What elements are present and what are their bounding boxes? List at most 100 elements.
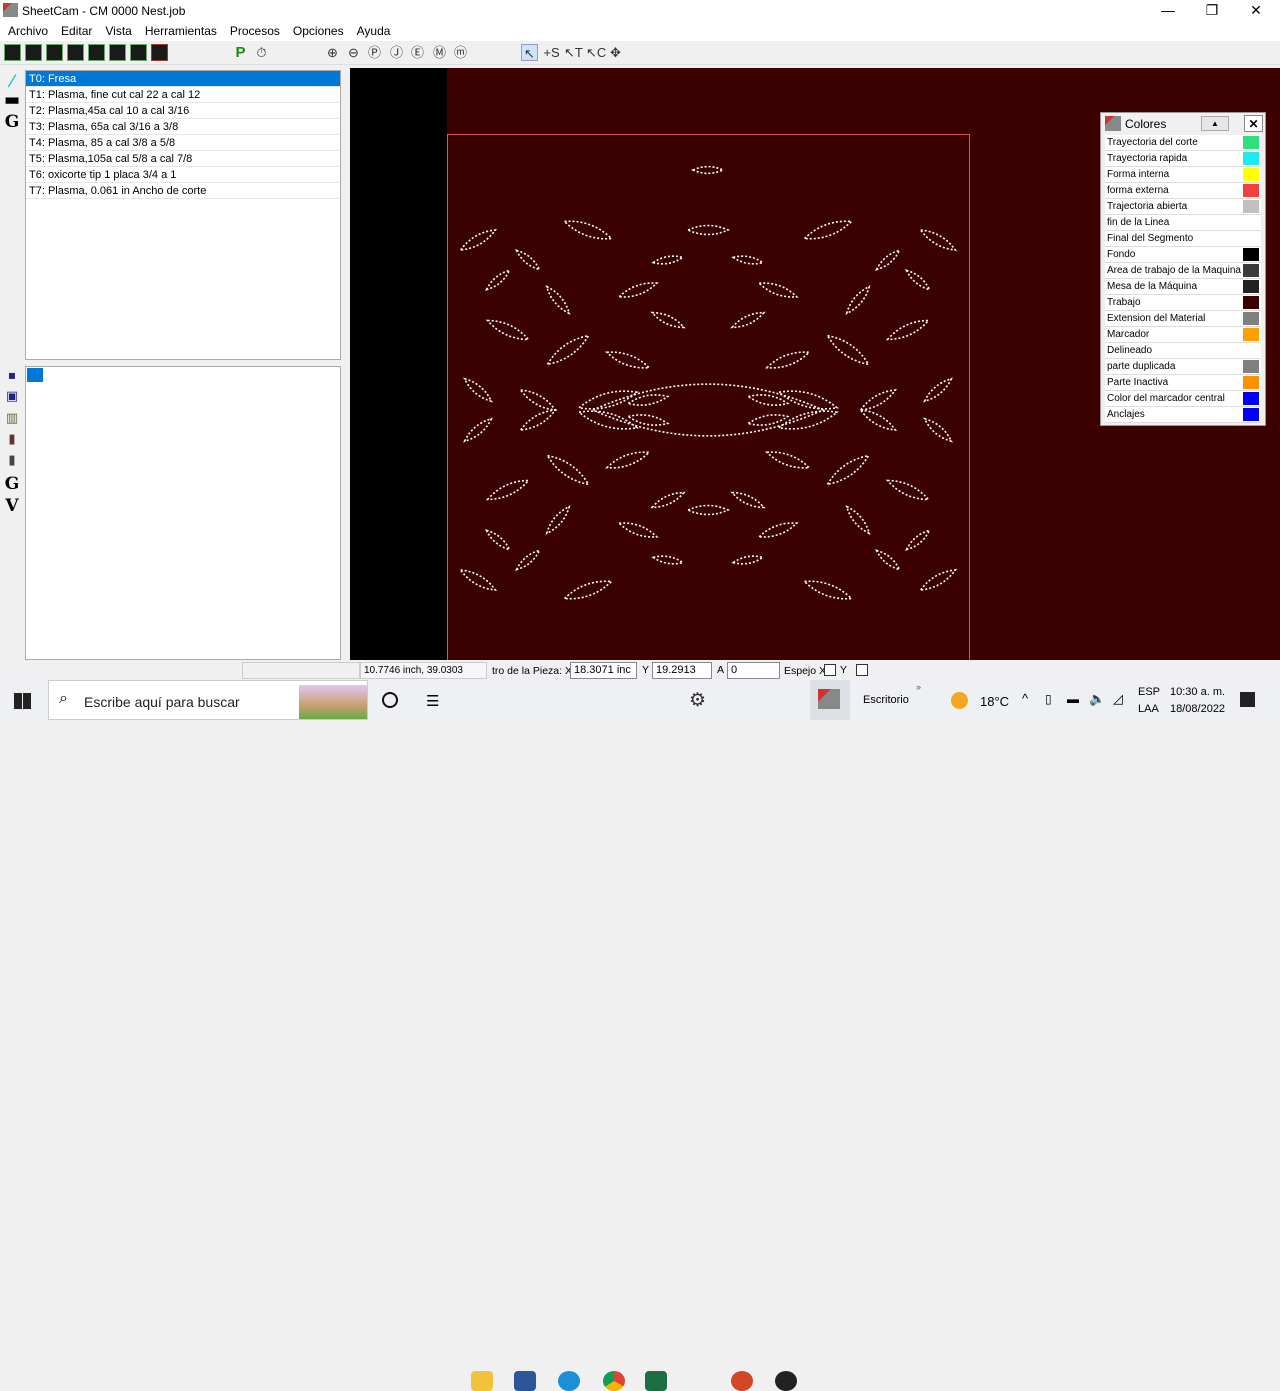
sheetcam-task-button[interactable]	[810, 680, 850, 720]
color-row[interactable]: Trajectoria abierta	[1105, 199, 1261, 215]
color-row[interactable]: Trabajo	[1105, 295, 1261, 311]
cut-path[interactable]	[514, 548, 541, 572]
menu-editar[interactable]: Editar	[61, 24, 92, 38]
color-row[interactable]: Anclajes	[1105, 407, 1261, 423]
angle-field[interactable]: 0 degrees	[727, 662, 780, 691]
weather-icon[interactable]	[951, 692, 968, 709]
color-swatch[interactable]	[1243, 168, 1259, 181]
excel-icon[interactable]	[645, 1371, 667, 1391]
color-swatch[interactable]	[1243, 312, 1259, 325]
color-row[interactable]: parte duplicada	[1105, 359, 1261, 375]
contour-icon[interactable]: ▣	[2, 389, 22, 404]
color-row[interactable]: Extension del Material	[1105, 311, 1261, 327]
menu-procesos[interactable]: Procesos	[230, 24, 280, 38]
cut-path[interactable]	[922, 416, 954, 445]
select-center-icon[interactable]: ↖C	[586, 44, 606, 61]
cut-path[interactable]	[824, 451, 871, 489]
meet-icon[interactable]: ▯	[1045, 692, 1052, 706]
cut-path[interactable]	[484, 268, 511, 292]
select-text-icon[interactable]: ↖T	[564, 44, 583, 61]
cut-path[interactable]	[514, 248, 541, 272]
cut-path[interactable]	[874, 248, 901, 272]
cut-path[interactable]	[458, 566, 498, 594]
vcarve-icon[interactable]: V	[2, 496, 22, 516]
battery-icon[interactable]: ▬	[1067, 692, 1079, 706]
tool-item[interactable]: T2: Plasma,45a cal 10 a cal 3/16	[26, 103, 340, 119]
path-icon[interactable]	[25, 44, 42, 61]
cut-path[interactable]	[904, 268, 931, 292]
collapse-button[interactable]: ▲	[1201, 116, 1229, 131]
cut-path[interactable]	[577, 386, 639, 415]
chrome-icon[interactable]	[603, 1371, 625, 1391]
drill-op-icon[interactable]: ▥	[2, 411, 22, 426]
cut-path[interactable]	[858, 406, 898, 434]
cut-path[interactable]	[874, 548, 901, 572]
windows-start-icon[interactable]	[14, 693, 31, 709]
start-icon[interactable]	[151, 44, 168, 61]
operation-list[interactable]	[25, 366, 341, 660]
color-swatch[interactable]	[1243, 328, 1259, 341]
color-row[interactable]: Forma interna	[1105, 167, 1261, 183]
cut-path[interactable]	[885, 316, 931, 344]
cut-path[interactable]	[686, 224, 730, 236]
color-row[interactable]: Parte Inactiva	[1105, 375, 1261, 391]
tool-list[interactable]: T0: Fresa T1: Plasma, fine cut cal 22 a c…	[25, 70, 341, 360]
color-row[interactable]: fin de la Linea	[1105, 215, 1261, 231]
color-swatch[interactable]	[1243, 136, 1259, 149]
cut-path[interactable]	[650, 309, 686, 331]
menu-vista[interactable]: Vista	[105, 24, 131, 38]
desktop-toolbar[interactable]: Escritorio	[863, 694, 909, 706]
tool-item[interactable]: T6: oxicorte tip 1 placa 3/4 a 1	[26, 167, 340, 183]
gcode-icon[interactable]: G	[2, 112, 22, 132]
zoom-job-icon[interactable]: Ⓙ	[388, 44, 405, 61]
center-x-field[interactable]: 18.3071 inc	[570, 662, 637, 679]
cut-path[interactable]	[844, 504, 873, 536]
temperature[interactable]: 18°C	[980, 694, 1009, 709]
close-button[interactable]: ✕	[1234, 0, 1278, 21]
color-swatch[interactable]	[1243, 296, 1259, 309]
zoom-in-icon[interactable]: ⊕	[324, 44, 341, 61]
plasma-icon[interactable]: ▬	[2, 90, 22, 110]
taskbar-search[interactable]: ⌕ Escribe aquí para buscar	[48, 680, 368, 720]
word-icon[interactable]	[514, 1371, 536, 1391]
cut-path[interactable]	[605, 448, 651, 473]
cut-path[interactable]	[802, 576, 854, 604]
colors-close-button[interactable]: ✕	[1244, 115, 1263, 132]
cortana-icon[interactable]	[382, 692, 398, 708]
pen-icon[interactable]: ▮	[2, 453, 22, 468]
select-start-icon[interactable]: +S	[543, 44, 560, 61]
cut-path[interactable]	[691, 165, 725, 175]
color-row[interactable]: Fondo	[1105, 247, 1261, 263]
cut-path[interactable]	[562, 216, 614, 244]
cut-path[interactable]	[885, 476, 931, 504]
edge-icon[interactable]	[558, 1371, 580, 1391]
color-swatch[interactable]	[1243, 376, 1259, 389]
cut-path[interactable]	[757, 279, 799, 301]
cut-path[interactable]	[757, 519, 799, 541]
color-swatch[interactable]	[1243, 280, 1259, 293]
menu-herramientas[interactable]: Herramientas	[145, 24, 217, 38]
cut-path[interactable]	[458, 226, 498, 254]
cut-path[interactable]	[746, 392, 790, 408]
mirror-x-checkbox[interactable]	[824, 664, 836, 676]
restore-button[interactable]: ❐	[1190, 0, 1234, 21]
zoom-part-icon[interactable]: Ⓟ	[366, 44, 383, 61]
notifications-icon[interactable]	[1240, 692, 1255, 707]
zoom-extents-icon[interactable]: Ⓔ	[409, 44, 426, 61]
tool-item[interactable]: T5: Plasma,105a cal 5/8 a cal 7/8	[26, 151, 340, 167]
file-explorer-icon[interactable]	[471, 1371, 493, 1391]
cut-path[interactable]	[777, 406, 839, 435]
cut-path[interactable]	[518, 386, 558, 414]
cut-path[interactable]	[765, 348, 811, 373]
tool-item[interactable]: T0: Fresa	[26, 71, 340, 87]
color-row[interactable]: Trayectoria rapida	[1105, 151, 1261, 167]
cut-path[interactable]	[617, 279, 659, 301]
cut-path[interactable]	[544, 504, 573, 536]
tool-item[interactable]: T3: Plasma, 65a cal 3/16 a 3/8	[26, 119, 340, 135]
clock-time[interactable]: 10:30 a. m.	[1170, 686, 1225, 698]
language-code[interactable]: ESP	[1138, 686, 1160, 698]
zoom-mc-icon[interactable]: ⓜ	[452, 44, 469, 61]
tool-item[interactable]: T1: Plasma, fine cut cal 22 a cal 12	[26, 87, 340, 103]
mirror-y-checkbox[interactable]	[856, 664, 868, 676]
color-swatch[interactable]	[1243, 152, 1259, 165]
